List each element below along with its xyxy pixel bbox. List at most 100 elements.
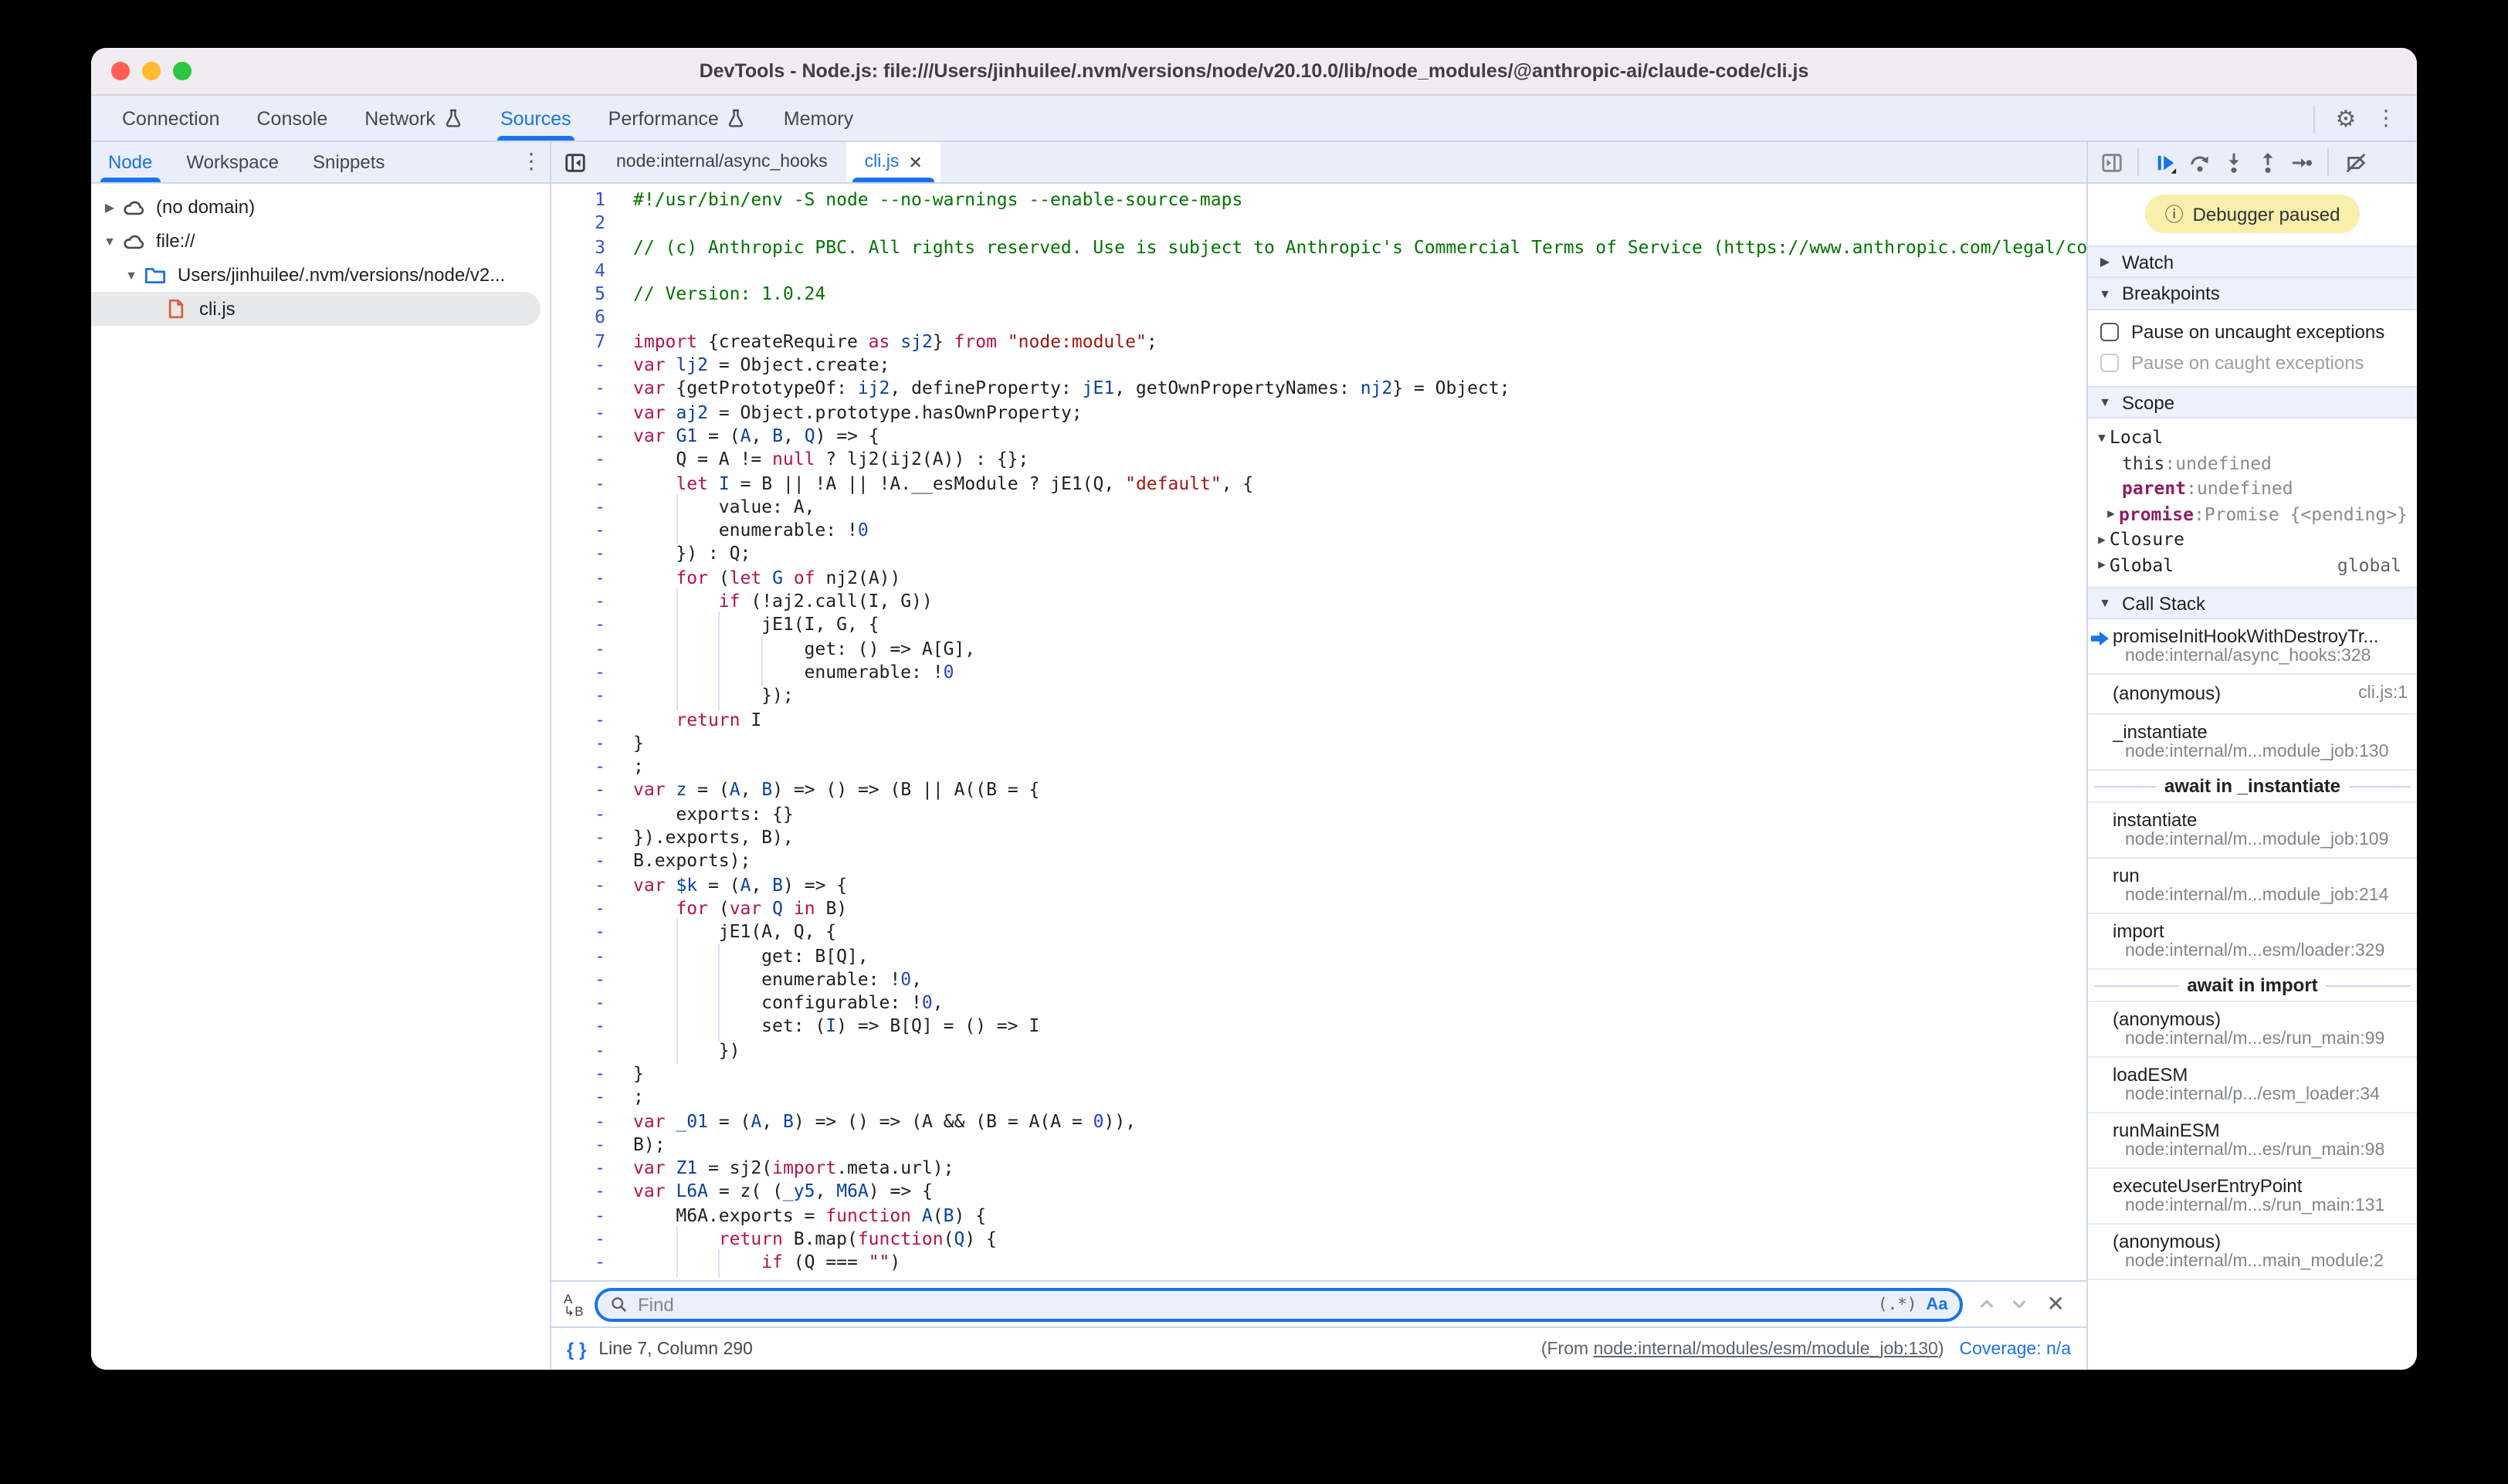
scope-section-header[interactable]: ▼ Scope	[2088, 386, 2417, 418]
sidebar-tab-snippets[interactable]: Snippets	[296, 142, 402, 182]
zoom-window-button[interactable]	[173, 62, 191, 80]
line-number[interactable]: -	[551, 920, 619, 944]
line-number[interactable]: -	[551, 614, 619, 638]
line-number[interactable]: -	[551, 567, 619, 591]
tab-console[interactable]: Console	[239, 96, 347, 141]
line-number[interactable]: -	[551, 1252, 619, 1276]
search-input[interactable]: Find (.*) Aa	[595, 1287, 1964, 1321]
scope-property-promise[interactable]: ▶promise: Promise {<pending>}	[2088, 501, 2417, 527]
line-number[interactable]: -	[551, 873, 619, 897]
call-stack-frame[interactable]: _instantiatenode:internal/m...module_job…	[2088, 715, 2417, 771]
sidebar-more-options-icon[interactable]: ⋮	[513, 142, 550, 179]
line-number[interactable]: -	[551, 378, 619, 401]
step-icon[interactable]	[2284, 145, 2318, 179]
chevron-down-icon[interactable]: ▼	[122, 268, 141, 282]
minimize-window-button[interactable]	[142, 62, 161, 80]
more-options-icon[interactable]: ⋮	[2367, 100, 2405, 137]
scope-group-local[interactable]: ▼Local	[2088, 425, 2417, 450]
line-number[interactable]: 6	[551, 307, 619, 330]
callstack-section-header[interactable]: ▼ Call Stack	[2088, 587, 2417, 619]
call-stack-frame[interactable]: executeUserEntryPointnode:internal/m...s…	[2088, 1169, 2417, 1225]
regex-toggle[interactable]: (.*)	[1878, 1295, 1917, 1313]
resume-script-icon[interactable]	[2148, 145, 2182, 179]
line-number[interactable]: -	[551, 826, 619, 850]
line-number[interactable]: -	[551, 354, 619, 378]
line-number[interactable]: -	[551, 944, 619, 968]
line-number[interactable]: -	[551, 1110, 619, 1133]
line-number[interactable]: -	[551, 1086, 619, 1110]
line-number[interactable]: -	[551, 1181, 619, 1204]
line-number[interactable]: -	[551, 401, 619, 425]
call-stack-frame[interactable]: promiseInitHookWithDestroyTr...node:inte…	[2088, 619, 2417, 675]
line-number[interactable]: -	[551, 1228, 619, 1252]
pretty-print-icon[interactable]: { }	[567, 1338, 586, 1360]
call-stack-frame[interactable]: (anonymous)node:internal/m...main_module…	[2088, 1225, 2417, 1280]
previous-match-icon[interactable]	[1979, 1296, 1996, 1313]
watch-section-header[interactable]: ▶ Watch	[2088, 246, 2417, 278]
scope-group-closure[interactable]: ▶Closure	[2088, 527, 2417, 552]
tab-performance[interactable]: Performance	[590, 96, 765, 141]
step-out-icon[interactable]	[2250, 145, 2284, 179]
line-number[interactable]: -	[551, 472, 619, 496]
checkbox[interactable]	[2100, 323, 2119, 341]
close-find-icon[interactable]: ✕	[2044, 1291, 2074, 1317]
sidebar-tab-workspace[interactable]: Workspace	[169, 142, 296, 182]
call-stack-frame[interactable]: (anonymous)node:internal/m...es/run_main…	[2088, 1002, 2417, 1058]
line-number[interactable]: -	[551, 991, 619, 1015]
line-number[interactable]: -	[551, 661, 619, 685]
coverage-link[interactable]: Coverage: n/a	[1960, 1340, 2072, 1358]
call-stack-frame[interactable]: runnode:internal/m...module_job:214	[2088, 859, 2417, 914]
settings-gear-icon[interactable]: ⚙	[2327, 100, 2364, 137]
line-number[interactable]: -	[551, 449, 619, 473]
tree-item-users-jinhuilee-nvm-versions-node-v2-[interactable]: ▼Users/jinhuilee/.nvm/versions/node/v2..…	[91, 258, 550, 292]
editor-tab-node-internal-async-hooks[interactable]: node:internal/async_hooks	[598, 142, 846, 182]
call-stack-frame[interactable]: loadESMnode:internal/p.../esm_loader:34	[2088, 1058, 2417, 1113]
source-code-view[interactable]: 1#!/usr/bin/env -S node --no-warnings --…	[551, 184, 2086, 1280]
line-number[interactable]: 4	[551, 259, 619, 283]
line-number[interactable]: 7	[551, 330, 619, 354]
tree-item--no-domain-[interactable]: ▶(no domain)	[91, 190, 550, 224]
line-number[interactable]: -	[551, 1015, 619, 1039]
hide-debugger-sidebar-icon[interactable]	[2094, 145, 2128, 179]
deactivate-breakpoints-icon[interactable]	[2338, 145, 2372, 179]
line-number[interactable]: -	[551, 519, 619, 543]
line-number[interactable]: -	[551, 496, 619, 520]
tab-network[interactable]: Network	[346, 96, 482, 141]
close-window-button[interactable]	[111, 62, 130, 80]
line-number[interactable]: -	[551, 637, 619, 661]
line-number[interactable]: -	[551, 1038, 619, 1062]
tab-sources[interactable]: Sources	[482, 96, 590, 141]
line-number[interactable]: -	[551, 755, 619, 779]
call-stack-frame[interactable]: instantiatenode:internal/m...module_job:…	[2088, 803, 2417, 859]
line-number[interactable]: -	[551, 802, 619, 826]
chevron-down-icon[interactable]: ▼	[100, 234, 119, 248]
line-number[interactable]: 2	[551, 212, 619, 236]
match-case-toggle[interactable]: Aa	[1926, 1295, 1947, 1313]
line-number[interactable]: 5	[551, 283, 619, 307]
line-number[interactable]: -	[551, 850, 619, 874]
close-tab-icon[interactable]: ✕	[908, 152, 922, 172]
line-number[interactable]: -	[551, 779, 619, 803]
line-number[interactable]: -	[551, 1062, 619, 1086]
step-into-icon[interactable]	[2216, 145, 2250, 179]
replace-toggle-icon[interactable]: A↳B	[564, 1292, 585, 1316]
sidebar-tab-node[interactable]: Node	[91, 142, 169, 182]
line-number[interactable]: -	[551, 425, 619, 449]
chevron-right-icon[interactable]: ▶	[100, 200, 119, 214]
call-stack-frame[interactable]: (anonymous)cli.js:1	[2088, 675, 2417, 715]
line-number[interactable]: 1	[551, 188, 619, 212]
line-number[interactable]: 3	[551, 235, 619, 259]
tree-item-cli-js[interactable]: cli.js	[91, 292, 541, 326]
editor-tab-cli-js[interactable]: cli.js✕	[846, 142, 941, 182]
scope-property-parent[interactable]: parent: undefined	[2088, 476, 2417, 501]
line-number[interactable]: -	[551, 684, 619, 708]
next-match-icon[interactable]	[2011, 1296, 2028, 1313]
call-stack-frame[interactable]: importnode:internal/m...esm/loader:329	[2088, 914, 2417, 970]
scope-group-global[interactable]: ▶Globalglobal	[2088, 552, 2417, 578]
line-number[interactable]: -	[551, 590, 619, 614]
tab-memory[interactable]: Memory	[765, 96, 872, 141]
line-number[interactable]: -	[551, 732, 619, 756]
tree-item-file-[interactable]: ▼file://	[91, 224, 550, 258]
tab-connection[interactable]: Connection	[103, 96, 239, 141]
scope-property-this[interactable]: this: undefined	[2088, 450, 2417, 476]
